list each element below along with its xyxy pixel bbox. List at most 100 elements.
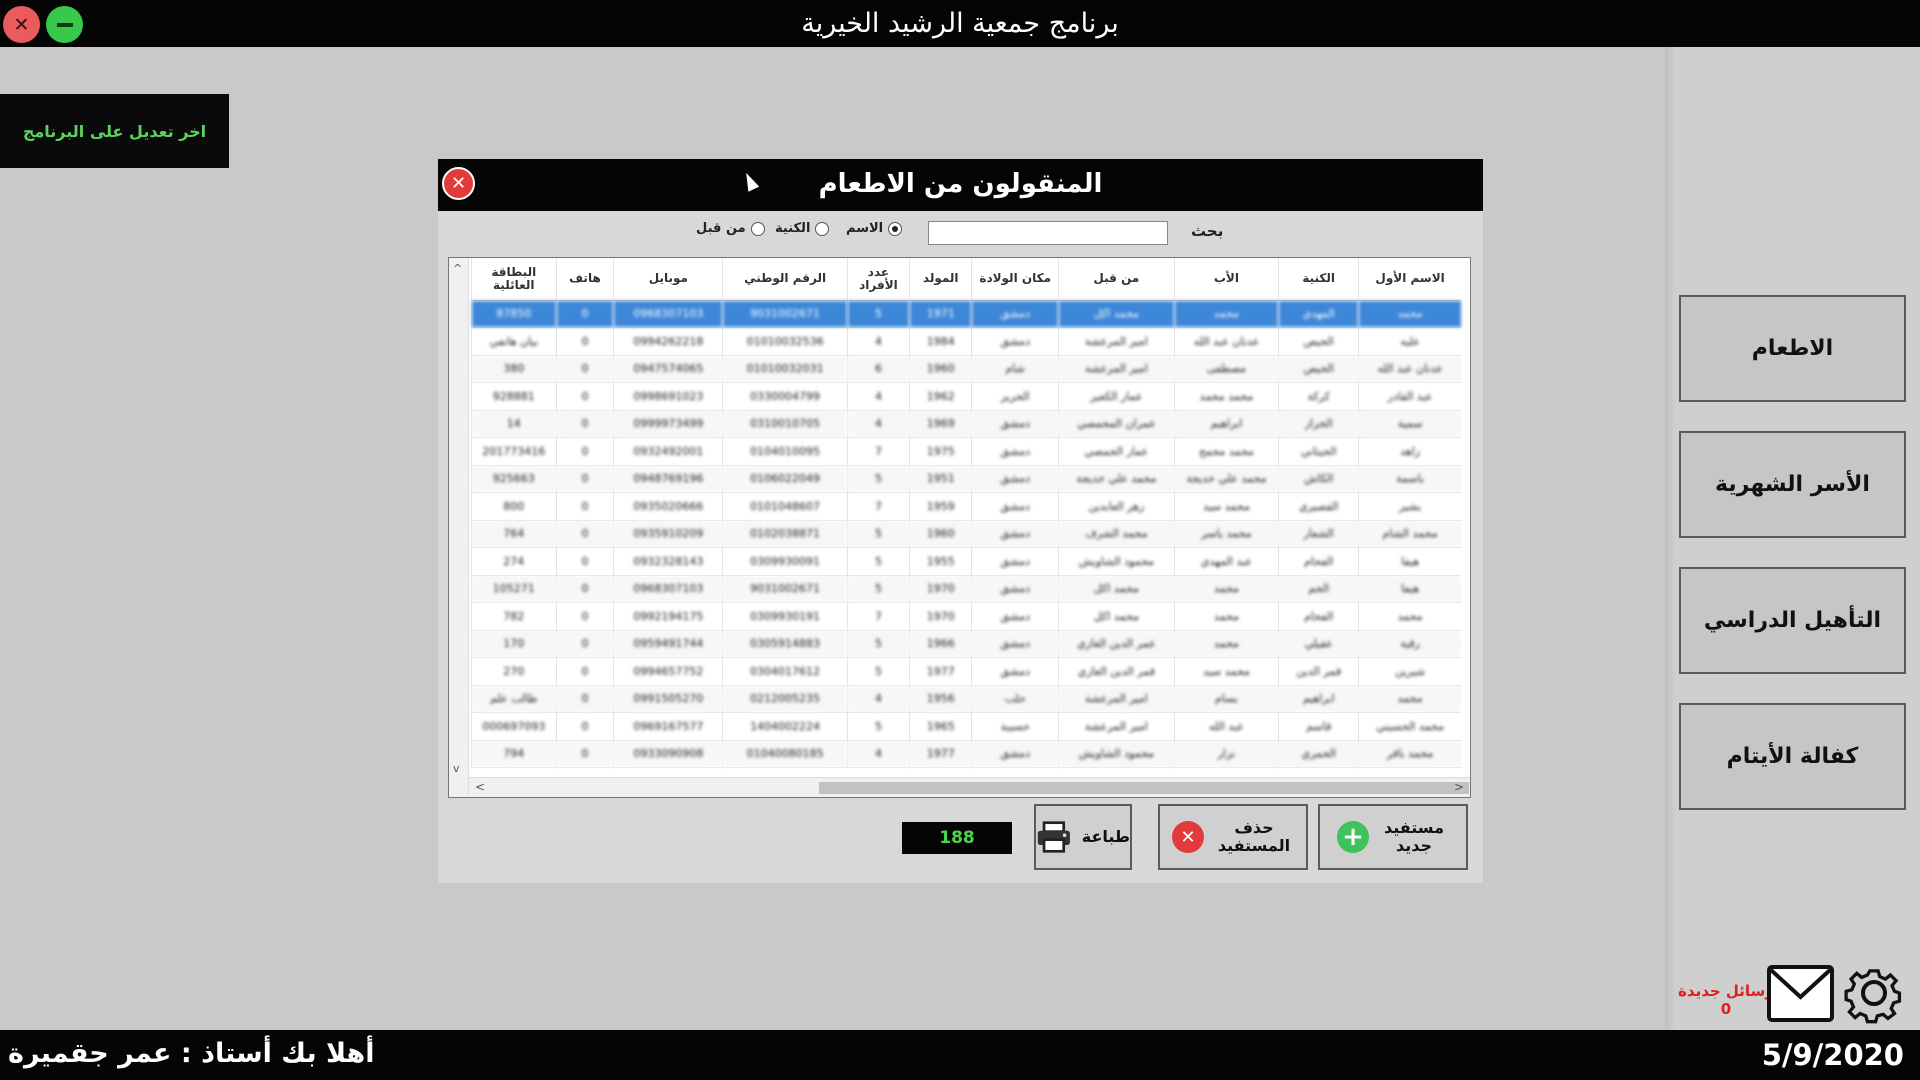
table-cell[interactable]: امير المرعشة bbox=[1058, 712, 1175, 741]
table-cell[interactable]: شام bbox=[971, 355, 1059, 383]
table-cell[interactable]: عليه bbox=[1358, 327, 1461, 356]
table-cell[interactable]: 1960 bbox=[909, 355, 972, 383]
table-cell[interactable]: 0935020666 bbox=[613, 492, 723, 521]
table-cell[interactable]: 1965 bbox=[909, 712, 972, 741]
table-cell[interactable]: زهر العابدين bbox=[1058, 492, 1175, 521]
table-row[interactable]: هيفا الفحام عبد المهدي محمود الشاويش دمشق 195… bbox=[471, 547, 1461, 576]
table-cell[interactable]: 0 bbox=[555, 520, 614, 548]
col-national-id[interactable]: الرقم الوطني bbox=[722, 258, 848, 301]
table-cell[interactable]: 0 bbox=[555, 465, 614, 493]
table-cell[interactable]: 5 bbox=[846, 575, 910, 603]
table-cell[interactable]: الحيثاني bbox=[1278, 437, 1359, 466]
table-cell[interactable]: 0 bbox=[555, 382, 614, 411]
new-beneficiary-button[interactable]: + مستفيد جديد bbox=[1318, 804, 1468, 870]
table-cell[interactable]: دمشق bbox=[971, 300, 1059, 328]
table-cell[interactable]: حسيبة bbox=[971, 712, 1059, 741]
col-father[interactable]: الأب bbox=[1173, 258, 1279, 301]
table-cell[interactable]: 1951 bbox=[909, 465, 972, 493]
table-cell[interactable]: 6 bbox=[846, 355, 910, 383]
table-cell[interactable]: باسمة bbox=[1358, 465, 1461, 493]
table-cell[interactable]: 0212005235 bbox=[722, 685, 848, 713]
table-cell[interactable]: القصيري bbox=[1278, 492, 1359, 521]
table-cell[interactable]: 0102038871 bbox=[722, 520, 848, 548]
table-row[interactable]: عدنان عبد الله الحيص مصطفى امير المرعشة شام 1… bbox=[471, 355, 1461, 383]
table-cell[interactable]: 0330004799 bbox=[722, 382, 848, 411]
table-cell[interactable]: 000697093 bbox=[471, 712, 557, 741]
table-cell[interactable]: الخراز bbox=[1278, 410, 1359, 438]
table-row[interactable]: شيرين قمر الدين محمد سيد قمر الدين الغازي دم… bbox=[471, 657, 1461, 686]
table-cell[interactable]: 7 bbox=[846, 437, 910, 466]
table-cell[interactable]: بسام bbox=[1173, 685, 1279, 713]
table-row[interactable]: محمد باقر الحمري نزار محمود الشاويش دمشق 1977… bbox=[471, 740, 1461, 768]
table-cell[interactable]: 5 bbox=[846, 712, 910, 741]
table-cell[interactable]: كركة bbox=[1278, 382, 1359, 411]
table-cell[interactable]: 5 bbox=[846, 465, 910, 493]
table-cell[interactable]: 1977 bbox=[909, 740, 972, 768]
table-cell[interactable]: 0 bbox=[555, 327, 614, 356]
gear-icon[interactable] bbox=[1841, 962, 1907, 1024]
table-cell[interactable]: 0309930191 bbox=[722, 602, 848, 631]
orphan-sponsorship-button[interactable]: كفالة الأيتام bbox=[1679, 703, 1906, 810]
table-cell[interactable]: 800 bbox=[471, 492, 557, 521]
table-cell[interactable]: دمشق bbox=[971, 437, 1059, 466]
table-cell[interactable]: 270 bbox=[471, 657, 557, 686]
scroll-up-icon[interactable]: ^ bbox=[453, 262, 462, 275]
table-cell[interactable]: عدنان عبد الله bbox=[1173, 327, 1279, 356]
table-cell[interactable]: 0994262218 bbox=[613, 327, 723, 356]
table-cell[interactable]: 0 bbox=[555, 712, 614, 741]
radio-surname-circle[interactable] bbox=[815, 221, 830, 236]
table-cell[interactable]: هيفا bbox=[1358, 547, 1461, 576]
table-cell[interactable]: 9031002671 bbox=[722, 300, 848, 328]
table-cell[interactable]: 14 bbox=[471, 410, 557, 438]
table-cell[interactable]: 0 bbox=[555, 410, 614, 438]
table-cell[interactable]: دمشق bbox=[971, 410, 1059, 438]
table-cell[interactable]: 1984 bbox=[909, 327, 972, 356]
table-cell[interactable]: دمشق bbox=[971, 520, 1059, 548]
table-row[interactable]: محمد المهدي محمد محمد اكل دمشق 1971 5 903100267… bbox=[471, 300, 1461, 328]
table-cell[interactable]: 0994657752 bbox=[613, 657, 723, 686]
table-cell[interactable]: زاهد bbox=[1358, 437, 1461, 466]
table-cell[interactable]: 0 bbox=[555, 575, 614, 603]
table-row[interactable]: محمد الفحام محمد محمد اكل دمشق 1970 7 030993019… bbox=[471, 602, 1461, 631]
table-cell[interactable]: 794 bbox=[471, 740, 557, 768]
table-cell[interactable]: الحمري bbox=[1278, 740, 1359, 768]
table-cell[interactable]: 274 bbox=[471, 547, 557, 576]
table-cell[interactable]: 1962 bbox=[909, 382, 972, 411]
table-cell[interactable]: 7 bbox=[846, 492, 910, 521]
table-cell[interactable]: شيرين bbox=[1358, 657, 1461, 686]
table-cell[interactable]: محمد ياسر bbox=[1173, 520, 1279, 548]
table-cell[interactable]: 0999973499 bbox=[613, 410, 723, 438]
table-cell[interactable]: قاسم bbox=[1278, 712, 1359, 741]
table-cell[interactable]: 1977 bbox=[909, 657, 972, 686]
scroll-right-icon[interactable]: > bbox=[1454, 780, 1464, 794]
table-cell[interactable]: 0 bbox=[555, 300, 614, 328]
table-cell[interactable]: عمار الكعير bbox=[1058, 382, 1175, 411]
table-cell[interactable]: 0968307103 bbox=[613, 300, 723, 328]
table-cell[interactable]: عمار الحمصي bbox=[1058, 437, 1175, 466]
table-cell[interactable]: عقيلي bbox=[1278, 630, 1359, 658]
scroll-down-icon[interactable]: v bbox=[453, 762, 460, 775]
radio-referrer-circle[interactable] bbox=[750, 221, 765, 236]
table-cell[interactable]: الفحام bbox=[1278, 602, 1359, 631]
table-cell[interactable]: 5 bbox=[846, 657, 910, 686]
table-cell[interactable]: 4 bbox=[846, 685, 910, 713]
table-cell[interactable]: ابراهيم bbox=[1278, 685, 1359, 713]
table-cell[interactable]: 0969167577 bbox=[613, 712, 723, 741]
table-cell[interactable]: امير المرعشة bbox=[1058, 685, 1175, 713]
table-cell[interactable]: 1404002224 bbox=[722, 712, 848, 741]
table-cell[interactable]: 5 bbox=[846, 300, 910, 328]
table-cell[interactable]: 925663 bbox=[471, 465, 557, 493]
table-cell[interactable]: رقية bbox=[1358, 630, 1461, 658]
table-row[interactable]: عليه الحيص عدنان عبد الله امير المرعشة دمشق 1… bbox=[471, 327, 1461, 356]
table-cell[interactable]: 0309930091 bbox=[722, 547, 848, 576]
table-cell[interactable]: محمد اكل bbox=[1058, 602, 1175, 631]
table-cell[interactable]: الحيص bbox=[1278, 327, 1359, 356]
table-cell[interactable]: محمد اكل bbox=[1058, 300, 1175, 328]
table-cell[interactable]: امير المرعشة bbox=[1058, 355, 1175, 383]
table-cell[interactable]: محمود الشاويش bbox=[1058, 547, 1175, 576]
table-cell[interactable]: 5 bbox=[846, 630, 910, 658]
table-cell[interactable]: بشير bbox=[1358, 492, 1461, 521]
table-cell[interactable]: دمشق bbox=[971, 492, 1059, 521]
table-cell[interactable]: 0305914883 bbox=[722, 630, 848, 658]
radio-name[interactable]: الاسم bbox=[846, 221, 903, 236]
